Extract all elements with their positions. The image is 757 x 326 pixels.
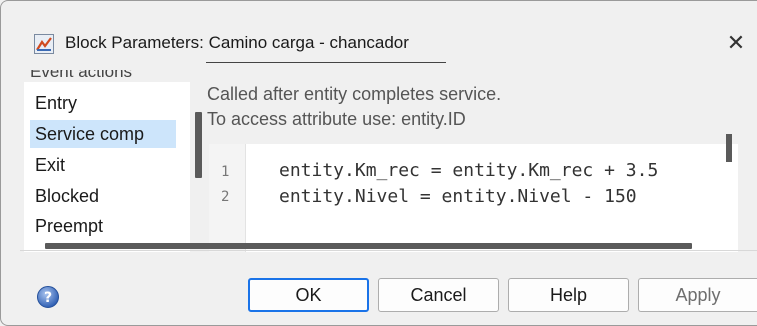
description-line-1: Called after entity completes service. bbox=[207, 84, 502, 104]
svg-text:?: ? bbox=[44, 290, 52, 306]
title-bar: Block Parameters: Camino carga - chancad… bbox=[0, 0, 757, 62]
close-button[interactable]: ✕ bbox=[721, 28, 751, 58]
description-line-2: To access attribute use: entity.ID bbox=[207, 109, 466, 129]
ok-button[interactable]: OK bbox=[248, 278, 369, 312]
apply-button[interactable]: Apply bbox=[638, 278, 757, 312]
window-title: Block Parameters: Camino carga - chancad… bbox=[65, 33, 409, 52]
list-item-preempt[interactable]: Preempt bbox=[35, 216, 103, 237]
dialog-content: Event actions Entry Service comp Exit Bl… bbox=[20, 62, 757, 252]
list-scrollbar[interactable] bbox=[195, 112, 202, 178]
line-number: 2 bbox=[221, 189, 230, 205]
editor-scrollbar[interactable] bbox=[726, 134, 732, 162]
cancel-button[interactable]: Cancel bbox=[378, 278, 499, 312]
code-editor[interactable]: 1 2 entity.Km_rec = entity.Km_rec + 3.5 … bbox=[209, 144, 738, 252]
help-button[interactable]: Help bbox=[508, 278, 629, 312]
list-item-entry[interactable]: Entry bbox=[35, 93, 77, 114]
horizontal-scrollbar[interactable] bbox=[45, 243, 692, 249]
close-icon: ✕ bbox=[726, 30, 746, 55]
code-line[interactable]: entity.Nivel = entity.Nivel - 150 bbox=[279, 186, 637, 207]
simulink-block-icon bbox=[34, 34, 54, 54]
divider bbox=[206, 62, 446, 63]
list-item-exit[interactable]: Exit bbox=[35, 155, 65, 176]
code-line[interactable]: entity.Km_rec = entity.Km_rec + 3.5 bbox=[279, 160, 658, 181]
list-item-service-complete[interactable]: Service comp bbox=[35, 124, 144, 145]
button-area-divider bbox=[20, 250, 757, 251]
line-number: 1 bbox=[221, 164, 230, 180]
dialog-window: Block Parameters: Camino carga - chancad… bbox=[0, 0, 757, 326]
event-actions-header: Event actions bbox=[30, 62, 133, 81]
question-icon[interactable]: ? bbox=[37, 286, 59, 308]
line-number-gutter: 1 2 bbox=[209, 144, 246, 252]
event-actions-list[interactable]: Entry Service comp Exit Blocked Preempt bbox=[24, 82, 190, 252]
list-item-blocked[interactable]: Blocked bbox=[35, 186, 99, 207]
